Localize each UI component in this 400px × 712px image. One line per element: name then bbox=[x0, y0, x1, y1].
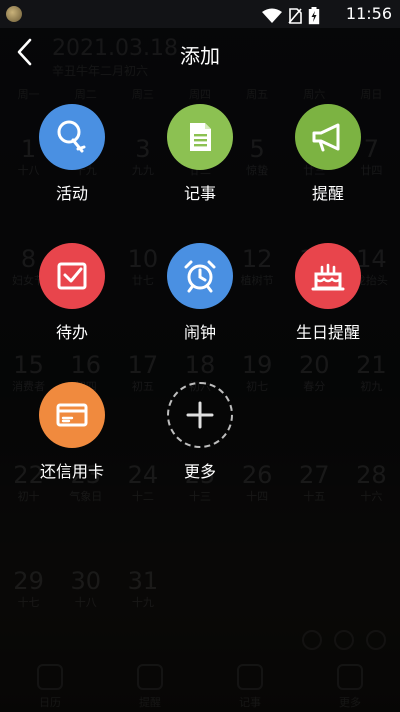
megaphone-icon bbox=[295, 104, 361, 170]
item-label: 生日提醒 bbox=[295, 323, 360, 342]
no-sim-icon bbox=[288, 8, 302, 24]
screen: 2021.03.18 辛丑牛年二月初六 周一 周二 周三 周四 周五 周六 周日… bbox=[0, 0, 400, 712]
alarm-clock-icon bbox=[167, 243, 233, 309]
status-bar: 11:56 bbox=[0, 0, 400, 28]
back-button[interactable] bbox=[12, 36, 40, 68]
add-alarm-button[interactable]: 闹钟 bbox=[145, 243, 255, 343]
item-label: 活动 bbox=[55, 184, 88, 203]
credit-card-icon bbox=[39, 382, 105, 448]
item-label: 待办 bbox=[55, 323, 88, 342]
item-label: 提醒 bbox=[311, 184, 344, 203]
activity-balloon-icon bbox=[39, 104, 105, 170]
battery-icon bbox=[308, 7, 320, 25]
note-document-icon bbox=[167, 104, 233, 170]
add-more-button[interactable]: 更多 bbox=[145, 382, 255, 482]
add-todo-button[interactable]: 待办 bbox=[17, 243, 127, 343]
add-note-button[interactable]: 记事 bbox=[145, 104, 255, 204]
add-credit-card-repayment-button[interactable]: 还信用卡 bbox=[17, 382, 127, 482]
item-label: 还信用卡 bbox=[39, 462, 104, 481]
add-reminder-button[interactable]: 提醒 bbox=[273, 104, 383, 204]
wifi-icon bbox=[262, 8, 282, 23]
item-label: 闹钟 bbox=[183, 323, 216, 342]
item-label: 记事 bbox=[183, 184, 216, 203]
app-notification-icon bbox=[6, 6, 22, 22]
status-time: 11:56 bbox=[345, 4, 392, 23]
birthday-cake-icon bbox=[295, 243, 361, 309]
add-birthday-reminder-button[interactable]: 生日提醒 bbox=[273, 243, 383, 343]
status-icons bbox=[262, 7, 320, 25]
page-title: 添加 bbox=[180, 44, 220, 68]
plus-icon bbox=[167, 382, 233, 448]
add-activity-button[interactable]: 活动 bbox=[17, 104, 127, 204]
todo-check-icon bbox=[39, 243, 105, 309]
back-arrow-icon bbox=[17, 38, 32, 66]
item-label: 更多 bbox=[183, 462, 216, 481]
